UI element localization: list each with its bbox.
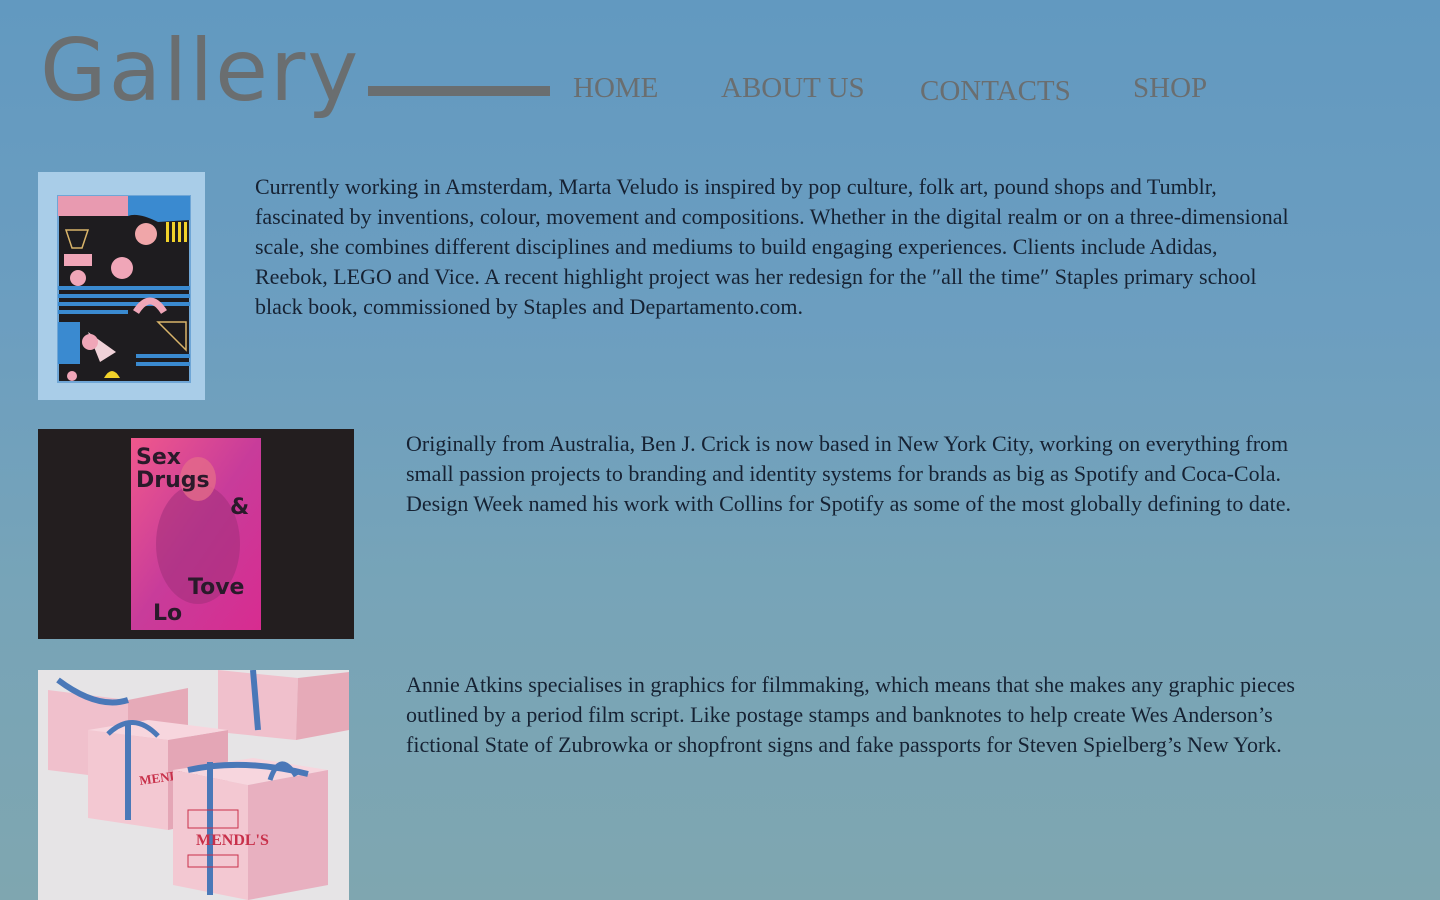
box-label-front: MENDL'S — [196, 832, 269, 849]
nav-about-us-link[interactable]: ABOUT US — [721, 74, 865, 103]
poster-word-lo: Lo — [153, 601, 182, 626]
logo-divider-line — [368, 86, 550, 96]
gallery-text-annie-atkins: Annie Atkins specialises in graphics for… — [406, 672, 1295, 757]
nav-home-link[interactable]: HOME — [573, 74, 658, 103]
poster-word-tove: Tove — [188, 575, 244, 600]
poster-word-ampersand: & — [230, 495, 249, 520]
nav-contacts-link[interactable]: CONTACTS — [920, 77, 1071, 106]
gallery-text-ben-crick: Originally from Australia, Ben J. Crick … — [406, 431, 1292, 516]
poster-word-sex: Sex — [136, 445, 181, 470]
site-logo[interactable]: Gallery — [40, 28, 360, 114]
gallery-image-ben-crick[interactable]: Sex Drugs & Tove Lo — [38, 429, 354, 639]
poster-word-drugs: Drugs — [136, 468, 210, 493]
nav-shop-link[interactable]: SHOP — [1133, 74, 1207, 103]
gallery-text-marta-veludo: Currently working in Amsterdam, Marta Ve… — [255, 174, 1289, 319]
gallery-image-annie-atkins[interactable]: MENDL'S MENDL'S — [38, 670, 349, 900]
gallery-image-marta-veludo[interactable] — [38, 172, 205, 400]
